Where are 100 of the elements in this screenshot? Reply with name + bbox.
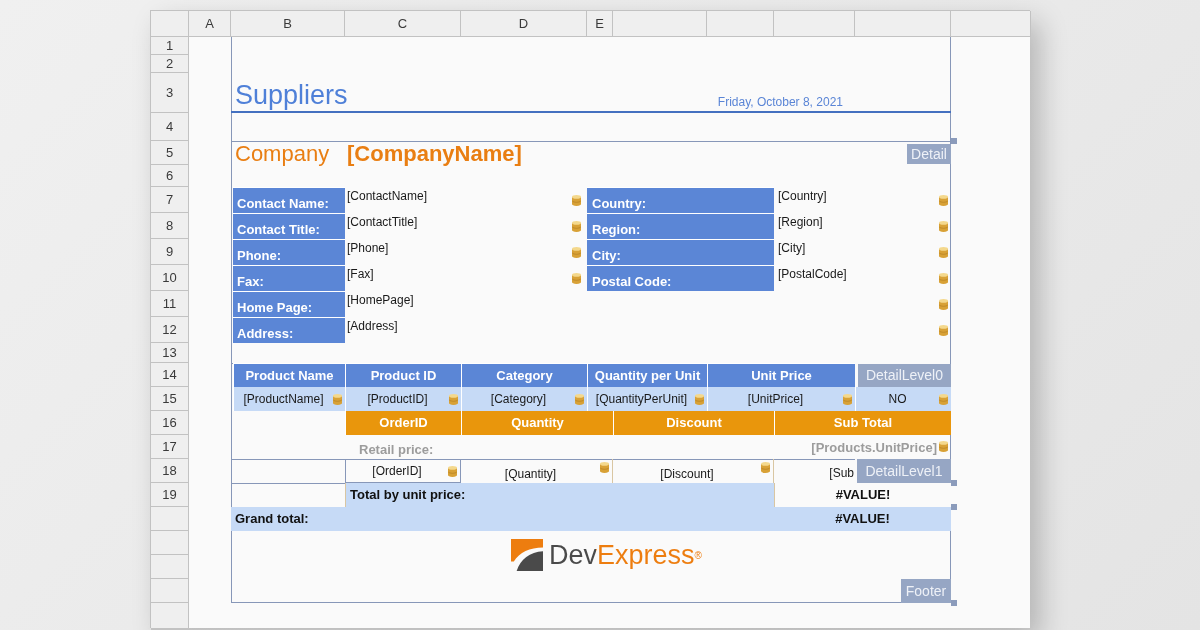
total-label: Total by unit price: [345, 483, 774, 507]
column-heading: OrderID [345, 411, 461, 435]
row-header[interactable]: 11 [151, 291, 189, 317]
field-label: Home Page: [233, 291, 345, 317]
column-heading: Quantity per Unit [587, 363, 707, 387]
resize-handle-icon[interactable] [951, 138, 957, 144]
data-field[interactable]: NO [856, 393, 939, 405]
company-caption: Company [235, 143, 330, 165]
row-header[interactable]: 19 [151, 483, 189, 507]
row-header[interactable]: 17 [151, 435, 189, 459]
database-icon [695, 393, 704, 405]
row-header[interactable] [151, 579, 189, 603]
column-heading: Product ID [345, 363, 461, 387]
data-field[interactable]: [ProductName] [234, 393, 333, 405]
data-field[interactable]: [HomePage] [347, 294, 414, 306]
database-icon [572, 194, 581, 206]
row-header[interactable]: 8 [151, 213, 189, 239]
database-icon [449, 393, 458, 405]
data-field[interactable]: [Address] [347, 320, 398, 332]
resize-handle-icon[interactable] [951, 600, 957, 606]
database-icon [761, 462, 770, 473]
database-icon [939, 194, 948, 206]
column-heading: Discount [613, 411, 774, 435]
row-header[interactable]: 10 [151, 265, 189, 291]
data-field[interactable]: [QuantityPerUnit] [588, 393, 695, 405]
database-icon [448, 465, 457, 477]
data-field[interactable]: [PostalCode] [778, 268, 847, 280]
row-header[interactable]: 15 [151, 387, 189, 411]
data-field[interactable]: [Fax] [347, 268, 374, 280]
column-heading: Unit Price [707, 363, 855, 387]
database-icon [572, 220, 581, 232]
database-icon [572, 246, 581, 258]
column-header[interactable]: E [587, 11, 613, 37]
row-header[interactable] [151, 603, 189, 629]
database-icon [939, 246, 948, 258]
column-header[interactable]: B [231, 11, 345, 37]
database-icon [939, 298, 948, 310]
row-header[interactable]: 4 [151, 113, 189, 141]
database-icon [939, 220, 948, 232]
row-header[interactable]: 5 [151, 141, 189, 165]
row-header[interactable]: 13 [151, 343, 189, 363]
data-field[interactable]: [ContactTitle] [347, 216, 418, 228]
row-header[interactable]: 3 [151, 73, 189, 113]
data-field[interactable]: [OrderID] [346, 465, 448, 477]
data-field[interactable]: [City] [778, 242, 806, 254]
field-label: Country: [587, 187, 774, 213]
database-icon [939, 272, 948, 284]
logo-icon [511, 539, 543, 571]
field-label: Fax: [233, 265, 345, 291]
column-header[interactable]: D [461, 11, 587, 37]
column-header[interactable] [707, 11, 774, 37]
row-header[interactable]: 16 [151, 411, 189, 435]
column-header[interactable] [855, 11, 951, 37]
field-label: Address: [233, 317, 345, 343]
row-header[interactable] [151, 507, 189, 531]
row-header[interactable]: 2 [151, 55, 189, 73]
resize-handle-icon[interactable] [951, 504, 957, 510]
data-field[interactable]: [Category] [462, 393, 575, 405]
database-icon [333, 393, 342, 405]
database-icon [572, 272, 581, 284]
data-field[interactable]: [ProductID] [346, 393, 449, 405]
row-header[interactable] [151, 531, 189, 555]
data-field[interactable]: [Sub [829, 467, 854, 479]
database-icon [939, 393, 948, 405]
row-header[interactable]: 14 [151, 363, 189, 387]
column-header[interactable] [951, 11, 1031, 37]
report-date: Friday, October 8, 2021 [717, 96, 843, 108]
column-header[interactable]: A [189, 11, 231, 37]
field-label: Phone: [233, 239, 345, 265]
row-header[interactable]: 18 [151, 459, 189, 483]
row-header[interactable]: 6 [151, 165, 189, 187]
column-header[interactable]: C [345, 11, 461, 37]
row-header[interactable]: 7 [151, 187, 189, 213]
field-label: Postal Code: [587, 265, 774, 291]
database-icon [575, 393, 584, 405]
resize-handle-icon[interactable] [951, 480, 957, 486]
report-title: Suppliers [235, 82, 348, 109]
corner-header[interactable] [151, 11, 189, 37]
column-heading: Category [461, 363, 587, 387]
data-field[interactable]: [UnitPrice] [708, 393, 843, 405]
row-header[interactable]: 1 [151, 37, 189, 55]
database-icon [939, 440, 948, 452]
total-value: #VALUE! [774, 483, 951, 507]
row-header[interactable]: 9 [151, 239, 189, 265]
column-heading: Product Name [233, 363, 345, 387]
database-icon [843, 393, 852, 405]
database-icon [600, 462, 609, 473]
column-heading: Sub Total [774, 411, 951, 435]
data-field[interactable]: [ContactName] [347, 190, 428, 202]
data-field[interactable]: [Country] [778, 190, 827, 202]
column-header[interactable] [774, 11, 855, 37]
row-header[interactable]: 12 [151, 317, 189, 343]
column-header[interactable] [613, 11, 707, 37]
field-label: Contact Name: [233, 187, 345, 213]
row-header[interactable] [151, 555, 189, 579]
data-field[interactable]: [Discount] [613, 462, 761, 480]
total-label: Grand total: [231, 507, 774, 531]
data-field[interactable]: [Phone] [347, 242, 389, 254]
data-field[interactable]: [Quantity] [461, 462, 600, 480]
data-field[interactable]: [Region] [778, 216, 823, 228]
